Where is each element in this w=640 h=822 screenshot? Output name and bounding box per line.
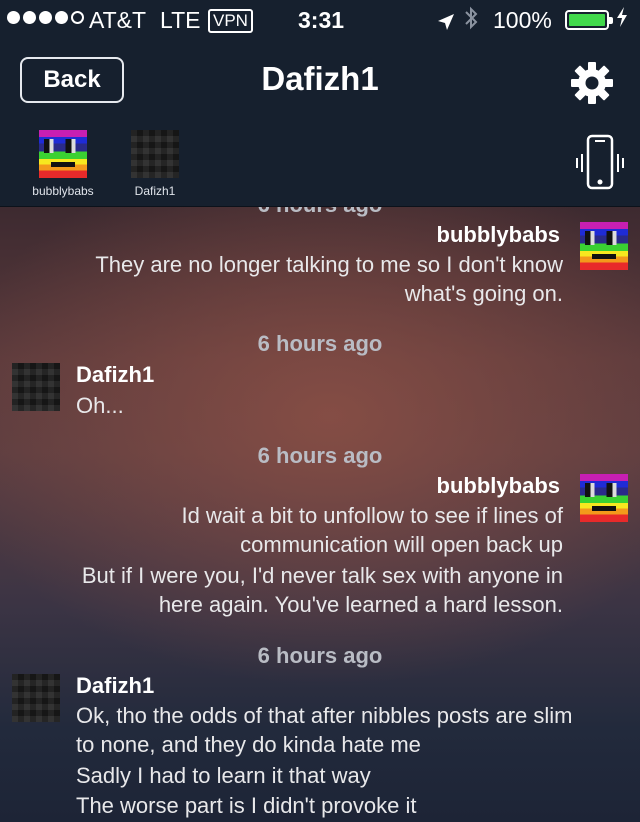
message-line: to none, and they do kinda hate me [76,732,421,757]
timestamp: 6 hours ago [0,206,640,218]
location-arrow-icon [437,10,455,37]
avatar[interactable] [580,222,628,270]
message-line: Id wait a bit to unfollow to see if line… [181,503,563,528]
status-bar: AT&T LTE VPN 3:31 100% [0,0,640,40]
timestamp: 6 hours ago [257,443,383,468]
timestamp: 6 hours ago [257,331,383,356]
battery-percent: 100% [493,7,552,33]
participant-name: bubblybabs [32,184,94,198]
header: AT&T LTE VPN 3:31 100% Back Dafizh1 bubb… [0,0,640,207]
avatar[interactable] [580,474,628,522]
avatar[interactable] [12,674,60,722]
participant-strip: bubblybabs Dafizh1 [0,120,640,206]
sender-name: Dafizh1 [76,673,155,698]
gear-icon[interactable] [570,61,614,105]
vpn-badge: VPN [208,9,253,33]
battery-icon [565,10,613,30]
avatar [39,130,87,178]
phone-vibrate-icon[interactable] [575,132,625,194]
message-list[interactable]: 6 hours ago bubblybabs They are no longe… [0,206,640,822]
participant-dafizh1[interactable]: Dafizh1 [110,130,200,198]
message-line: what's going on. [404,281,563,306]
message-line: But if I were you, I'd never talk sex wi… [81,563,563,588]
sender-name: bubblybabs [436,222,560,247]
carrier-label: AT&T [89,7,147,33]
message-line: here again. You've learned a hard lesson… [158,592,563,617]
avatar[interactable] [12,363,60,411]
bluetooth-icon [464,6,478,37]
page-title: Dafizh1 [261,60,379,97]
message-line: Oh... [76,393,124,418]
clock: 3:31 [298,7,345,33]
signal-strength-icon [7,11,84,24]
participant-bubblybabs[interactable]: bubblybabs [18,130,108,198]
avatar [131,130,179,178]
message-line: Ok, tho the odds of that after nibbles p… [76,703,573,728]
charging-bolt-icon [616,7,628,33]
message-line: They are no longer talking to me so I do… [95,252,563,277]
participant-name: Dafizh1 [134,184,176,198]
sender-name: Dafizh1 [76,362,155,387]
navigation-bar: Back Dafizh1 [0,40,640,120]
message-line: The worse part is I didn't provoke it [76,793,417,818]
sender-name: bubblybabs [436,473,560,498]
network-type-label: LTE [160,7,201,33]
message-line: communication will open back up [240,532,563,557]
timestamp: 6 hours ago [257,643,383,668]
message-line: Sadly I had to learn it that way [76,763,371,788]
